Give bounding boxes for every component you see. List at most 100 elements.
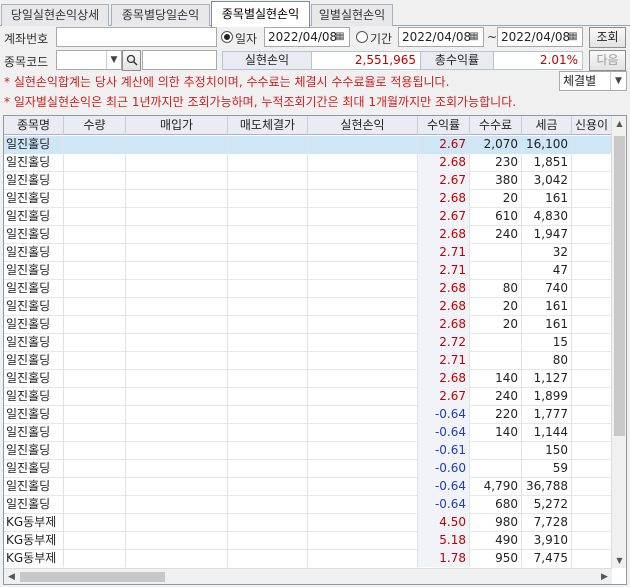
table-row[interactable]: 일진홀딩 -0.61 150	[4, 442, 612, 460]
date-value: 2022/04/08	[268, 30, 338, 44]
scroll-right-icon[interactable]: ▶	[597, 569, 612, 584]
chevron-down-icon[interactable]: ▼	[610, 72, 626, 90]
horizontal-scroll-thumb[interactable]	[20, 572, 165, 582]
cell-buy-price	[126, 298, 228, 316]
column-header-fee[interactable]: 수수료	[470, 116, 522, 135]
table-row[interactable]: 일진홀딩 2.71 80	[4, 352, 612, 370]
cell-quantity	[64, 190, 126, 208]
table-row[interactable]: 일진홀딩 2.68 140 1,127	[4, 370, 612, 388]
cell-credit-interest	[572, 154, 612, 172]
cell-tax: 7,475	[522, 550, 572, 567]
table-row[interactable]: 일진홀딩 2.68 20 161	[4, 316, 612, 334]
table-row[interactable]: 일진홀딩 -0.60 59	[4, 460, 612, 478]
cell-stock-name: 일진홀딩	[4, 136, 64, 154]
period-to-input[interactable]: 2022/04/08 ▦	[497, 27, 583, 47]
cell-quantity	[64, 460, 126, 478]
table-row[interactable]: KG동부제 4.50 980 7,728	[4, 514, 612, 532]
column-header-sell-price[interactable]: 매도체결가	[228, 116, 308, 135]
table-row[interactable]: 일진홀딩 2.67 240 1,899	[4, 388, 612, 406]
table-row[interactable]: KG동부제 5.18 490 3,910	[4, 532, 612, 550]
calendar-icon[interactable]: ▦	[332, 29, 348, 45]
table-row[interactable]: 일진홀딩 2.68 80 740	[4, 280, 612, 298]
tab-realized-pnl-by-stock[interactable]: 종목별실현손익	[211, 1, 310, 27]
table-row[interactable]: KG동부제 1.78 950 7,475	[4, 550, 612, 567]
table-row[interactable]: 일진홀딩 2.68 240 1,947	[4, 226, 612, 244]
cell-realized-pnl	[308, 406, 418, 424]
table-row[interactable]: 일진홀딩 -0.64 220 1,777	[4, 406, 612, 424]
cell-fee: 610	[470, 208, 522, 226]
table-row[interactable]: 일진홀딩 -0.64 140 1,144	[4, 424, 612, 442]
cell-return-rate: 2.68	[418, 280, 470, 298]
table-row[interactable]: 일진홀딩 2.68 230 1,851	[4, 154, 612, 172]
stock-code-input[interactable]: ▼	[56, 50, 122, 70]
calendar-icon[interactable]: ▦	[565, 29, 581, 45]
scroll-left-icon[interactable]: ◀	[4, 569, 19, 584]
cell-tax: 32	[522, 244, 572, 262]
cell-tax: 36,788	[522, 478, 572, 496]
cell-return-rate: 5.18	[418, 532, 470, 550]
date-input[interactable]: 2022/04/08 ▦	[264, 27, 350, 47]
cell-sell-price	[228, 496, 308, 514]
next-button[interactable]: 다음	[589, 50, 626, 71]
cell-credit-interest	[572, 190, 612, 208]
cell-buy-price	[126, 190, 228, 208]
table-row[interactable]: 일진홀딩 2.72 15	[4, 334, 612, 352]
column-header-credit-interest[interactable]: 신용이	[572, 116, 612, 135]
account-input[interactable]	[56, 27, 217, 47]
cell-realized-pnl	[308, 190, 418, 208]
table-row[interactable]: 일진홀딩 2.67 2,070 16,100	[4, 136, 612, 154]
table-row[interactable]: 일진홀딩 2.68 20 161	[4, 190, 612, 208]
table-row[interactable]: 일진홀딩 2.67 610 4,830	[4, 208, 612, 226]
table-row[interactable]: 일진홀딩 2.67 380 3,042	[4, 172, 612, 190]
cell-return-rate: 2.67	[418, 172, 470, 190]
column-header-quantity[interactable]: 수량	[64, 116, 126, 135]
table-row[interactable]: 일진홀딩 2.68 20 161	[4, 298, 612, 316]
scroll-down-icon[interactable]: ▼	[612, 553, 626, 568]
cell-tax: 1,851	[522, 154, 572, 172]
cell-credit-interest	[572, 316, 612, 334]
cell-quantity	[64, 298, 126, 316]
vertical-scrollbar[interactable]: ▲ ▼	[611, 116, 626, 568]
table-row[interactable]: 일진홀딩 -0.64 4,790 36,788	[4, 478, 612, 496]
column-header-stock-name[interactable]: 종목명	[4, 116, 64, 135]
calendar-icon[interactable]: ▦	[466, 29, 482, 45]
chevron-down-icon[interactable]: ▼	[106, 51, 121, 69]
cell-tax: 150	[522, 442, 572, 460]
cell-fee: 240	[470, 388, 522, 406]
cell-stock-name: 일진홀딩	[4, 424, 64, 442]
period-radio[interactable]	[356, 31, 368, 43]
table-row[interactable]: 일진홀딩 2.71 47	[4, 262, 612, 280]
scroll-up-icon[interactable]: ▲	[612, 116, 626, 131]
table-row[interactable]: 일진홀딩 -0.64 680 5,272	[4, 496, 612, 514]
cell-stock-name: 일진홀딩	[4, 496, 64, 514]
table-row[interactable]: 일진홀딩 2.71 32	[4, 244, 612, 262]
horizontal-scrollbar[interactable]: ◀ ▶	[4, 568, 612, 584]
cell-quantity	[64, 208, 126, 226]
cell-buy-price	[126, 514, 228, 532]
column-header-realized-pnl[interactable]: 실현손익	[308, 116, 418, 135]
column-header-buy-price[interactable]: 매입가	[126, 116, 228, 135]
column-header-tax[interactable]: 세금	[522, 116, 572, 135]
stock-search-button[interactable]	[122, 50, 141, 71]
period-from-input[interactable]: 2022/04/08 ▦	[398, 27, 484, 47]
tab-daily-pnl-by-stock[interactable]: 종목별당일손익	[111, 4, 210, 26]
cell-stock-name: KG동부제	[4, 514, 64, 532]
date-radio[interactable]	[221, 31, 233, 43]
cell-stock-name: 일진홀딩	[4, 316, 64, 334]
cell-realized-pnl	[308, 550, 418, 567]
cell-return-rate: 2.72	[418, 334, 470, 352]
cell-tax: 740	[522, 280, 572, 298]
cell-buy-price	[126, 172, 228, 190]
group-select[interactable]: 체결별 ▼	[559, 71, 627, 91]
tab-daily-realized-detail[interactable]: 당일실현손익상세	[1, 4, 109, 26]
account-label: 계좌번호	[4, 32, 49, 46]
vertical-scroll-thumb[interactable]	[614, 136, 625, 436]
cell-quantity	[64, 514, 126, 532]
cell-fee: 380	[470, 172, 522, 190]
cell-credit-interest	[572, 334, 612, 352]
column-header-return-rate[interactable]: 수익률	[418, 116, 470, 135]
tab-daily-realized-pnl[interactable]: 일별실현손익	[311, 4, 393, 26]
query-button[interactable]: 조회	[589, 27, 626, 48]
stock-name-field	[142, 50, 217, 70]
cell-stock-name: 일진홀딩	[4, 460, 64, 478]
